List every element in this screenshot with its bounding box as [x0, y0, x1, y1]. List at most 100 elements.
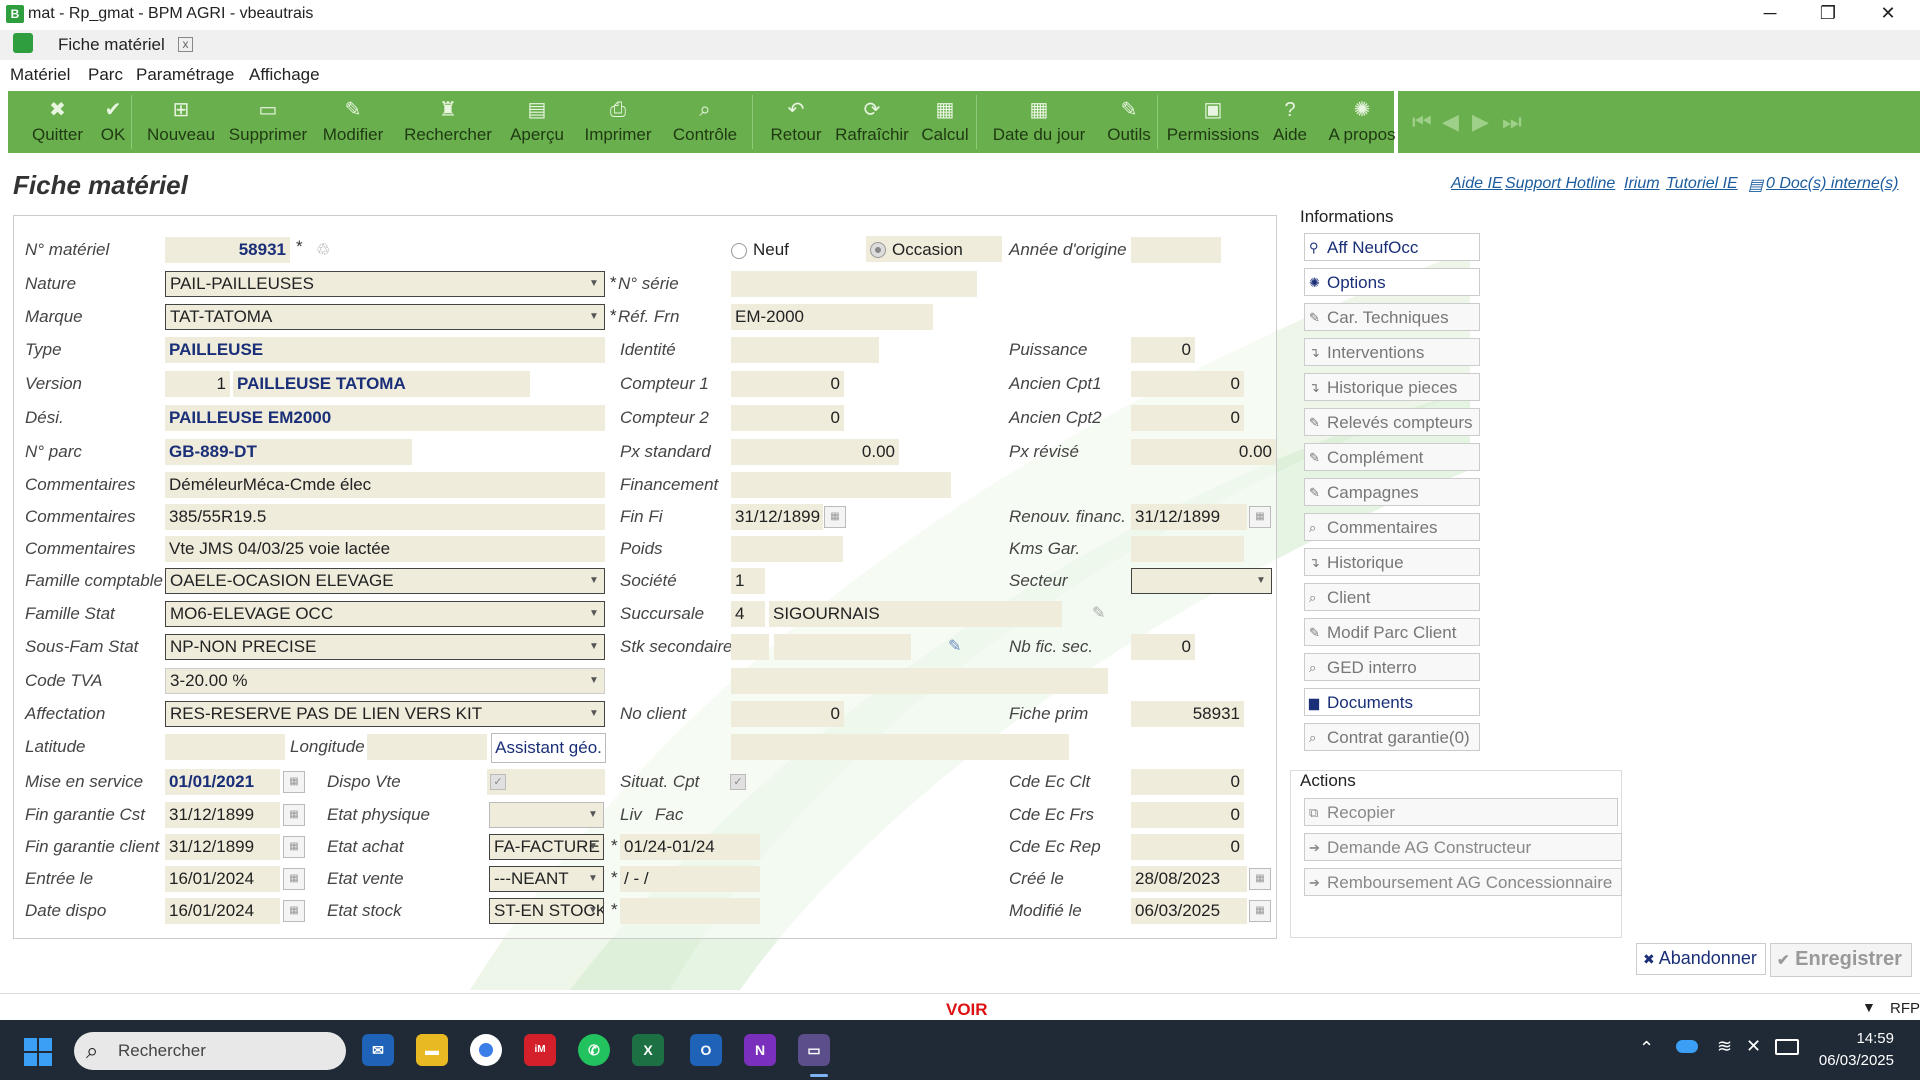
- toolbar-rechercher-button[interactable]: ♜ Rechercher: [400, 91, 496, 153]
- fin-fi-field[interactable]: 31/12/1899: [731, 504, 823, 530]
- stk-secondaire-name-field[interactable]: [774, 634, 911, 660]
- affectation-select[interactable]: RES-RESERVE PAS DE LIEN VERS KIT ▼: [165, 701, 605, 727]
- toolbar-aide-button[interactable]: ? Aide: [1268, 91, 1312, 153]
- version-number-field[interactable]: 1: [165, 371, 230, 397]
- info-button-modif-parc-client[interactable]: ✎ Modif Parc Client: [1304, 618, 1480, 646]
- toolbar-imprimer-button[interactable]: ⎙ Imprimer: [576, 91, 660, 153]
- info-button-campagnes[interactable]: ✎ Campagnes: [1304, 478, 1480, 506]
- px-revise-field[interactable]: 0.00: [1131, 439, 1276, 465]
- longitude-field[interactable]: [367, 734, 487, 760]
- fin-garantie-client-field[interactable]: 31/12/1899: [165, 834, 280, 860]
- info-button-car-techniques[interactable]: ✎ Car. Techniques: [1304, 303, 1480, 331]
- commentaires-3-field[interactable]: Vte JMS 04/03/25 voie lactée: [165, 536, 605, 562]
- compteur-1-field[interactable]: 0: [731, 371, 844, 397]
- ref-frn-field[interactable]: EM-2000: [731, 304, 933, 330]
- entree-le-field[interactable]: 16/01/2024: [165, 866, 280, 892]
- info-button-contrat-garantie-0-[interactable]: ⌕ Contrat garantie(0): [1304, 723, 1480, 751]
- action-button-recopier[interactable]: ⧉ Recopier: [1304, 798, 1618, 826]
- no-parc-field[interactable]: GB-889-DT: [165, 439, 412, 465]
- modifie-le-field[interactable]: 06/03/2025: [1131, 898, 1247, 924]
- no-client-field[interactable]: 0: [731, 701, 844, 727]
- renouv-financ-field[interactable]: 31/12/1899: [1131, 504, 1247, 530]
- famille-stat-select[interactable]: MO6-ELEVAGE OCC ▼: [165, 601, 605, 627]
- nb-fic-sec-field[interactable]: 0: [1131, 634, 1195, 660]
- toolbar-aper-u-button[interactable]: ▤ Aperçu: [506, 91, 568, 153]
- edit-icon[interactable]: ✎: [1092, 603, 1105, 623]
- toolbar-calcul-button[interactable]: ▦ Calcul: [916, 91, 974, 153]
- toolbar-rafra-chir-button[interactable]: ⟳ Rafraîchir: [830, 91, 914, 153]
- refresh-small-icon[interactable]: ♲: [316, 240, 330, 260]
- close-window-button[interactable]: ✕: [1868, 3, 1908, 24]
- info-button-aff-neufocc[interactable]: ⚲ Aff NeufOcc: [1304, 233, 1480, 261]
- toolbar-supprimer-button[interactable]: ▭ Supprimer: [226, 91, 310, 153]
- abandon-button[interactable]: ✖ Abandonner: [1636, 943, 1766, 975]
- calendar-icon[interactable]: ▦: [283, 900, 305, 922]
- info-button-ged-interro[interactable]: ⌕ GED interro: [1304, 653, 1480, 681]
- file-explorer-icon[interactable]: ▬: [416, 1034, 448, 1066]
- clock-date[interactable]: 06/03/2025: [1812, 1052, 1894, 1069]
- cde-ec-frs-field[interactable]: 0: [1131, 802, 1244, 828]
- toolbar-modifier-button[interactable]: ✎ Modifier: [316, 91, 390, 153]
- link-irium[interactable]: Irium: [1624, 175, 1660, 193]
- link-support-hotline[interactable]: Support Hotline: [1505, 175, 1615, 193]
- outlook-icon[interactable]: O: [690, 1034, 722, 1066]
- toolbar-outils-button[interactable]: ✎ Outils: [1100, 91, 1158, 153]
- speaker-muted-icon[interactable]: ✕: [1746, 1036, 1761, 1057]
- toolbar-date-du-jour-button[interactable]: ▦ Date du jour: [984, 91, 1094, 153]
- stk-secondaire-code-field[interactable]: [731, 634, 769, 660]
- stk-secondaire-extra-field[interactable]: [731, 668, 1108, 694]
- identite-field[interactable]: [731, 337, 879, 363]
- info-button-compl-ment[interactable]: ✎ Complément: [1304, 443, 1480, 471]
- toolbar-retour-button[interactable]: ↶ Retour: [764, 91, 828, 153]
- last-record-icon[interactable]: ⏭: [1502, 109, 1522, 135]
- succursale-code-field[interactable]: 4: [731, 601, 765, 627]
- succursale-name-field[interactable]: SIGOURNAIS: [769, 601, 1062, 627]
- no-serie-field[interactable]: [731, 271, 977, 297]
- calendar-icon[interactable]: ▦: [1249, 900, 1271, 922]
- toolbar-contr-le-button[interactable]: ⌕ Contrôle: [664, 91, 746, 153]
- first-record-icon[interactable]: ⏮: [1412, 109, 1432, 135]
- calendar-icon[interactable]: ▦: [283, 804, 305, 826]
- info-button-commentaires[interactable]: ⌕ Commentaires: [1304, 513, 1480, 541]
- secteur-select[interactable]: ▼: [1131, 568, 1272, 594]
- onedrive-icon[interactable]: [1676, 1040, 1698, 1053]
- financement-field[interactable]: [731, 472, 951, 498]
- cde-ec-rep-field[interactable]: 0: [1131, 834, 1244, 860]
- toolbar-quitter-button[interactable]: ✖ Quitter: [26, 91, 89, 153]
- neuf-radio[interactable]: [731, 243, 747, 259]
- info-button-client[interactable]: ⌕ Client: [1304, 583, 1480, 611]
- fin-garantie-cst-field[interactable]: 31/12/1899: [165, 802, 280, 828]
- type-field[interactable]: PAILLEUSE: [165, 337, 605, 363]
- link-tutoriel-ie[interactable]: Tutoriel IE: [1666, 175, 1738, 193]
- tab-close-icon[interactable]: x: [178, 37, 193, 52]
- etat-stock-select[interactable]: ST-EN STOCK ▼: [489, 898, 604, 924]
- ancien-cpt1-field[interactable]: 0: [1131, 371, 1244, 397]
- situat-cpt-checkbox[interactable]: ✓: [730, 774, 746, 790]
- etat-physique-select[interactable]: ▼: [489, 802, 604, 828]
- cde-ec-clt-field[interactable]: 0: [1131, 769, 1244, 795]
- puissance-field[interactable]: 0: [1131, 337, 1195, 363]
- info-button-historique-pieces[interactable]: ↴ Historique pieces: [1304, 373, 1480, 401]
- commentaires-1-field[interactable]: DéméleurMéca-Cmde élec: [165, 472, 605, 498]
- code-tva-select[interactable]: 3-20.00 % ▼: [165, 668, 605, 694]
- remote-desktop-icon[interactable]: ▭: [798, 1034, 830, 1066]
- etat-stock-date-field[interactable]: [620, 898, 760, 924]
- calendar-icon[interactable]: ▦: [1249, 506, 1271, 528]
- toolbar-a-propos-button[interactable]: ✺ A propos: [1314, 91, 1410, 153]
- calendar-icon[interactable]: ▦: [283, 771, 305, 793]
- px-standard-field[interactable]: 0.00: [731, 439, 899, 465]
- info-button-options[interactable]: ✺ Options: [1304, 268, 1480, 296]
- chevron-up-icon[interactable]: ⌃: [1639, 1038, 1654, 1059]
- battery-icon[interactable]: [1775, 1039, 1799, 1055]
- chrome-icon[interactable]: [470, 1034, 502, 1066]
- link-aide-ie[interactable]: Aide IE: [1451, 175, 1503, 193]
- calendar-icon[interactable]: ▦: [1249, 868, 1271, 890]
- taskbar-search-box[interactable]: ⌕ Rechercher: [74, 1032, 346, 1070]
- fiche-prim-field[interactable]: 58931: [1131, 701, 1244, 727]
- assistant-geo-button[interactable]: Assistant géo.: [491, 733, 606, 763]
- calendar-icon[interactable]: ▦: [283, 836, 305, 858]
- outlook-mail-icon[interactable]: ✉: [362, 1034, 394, 1066]
- imob-app-icon[interactable]: iM: [524, 1034, 556, 1066]
- marque-select[interactable]: TAT-TATOMA ▼: [165, 304, 605, 330]
- etat-vente-select[interactable]: ---NEANT ▼: [489, 866, 604, 892]
